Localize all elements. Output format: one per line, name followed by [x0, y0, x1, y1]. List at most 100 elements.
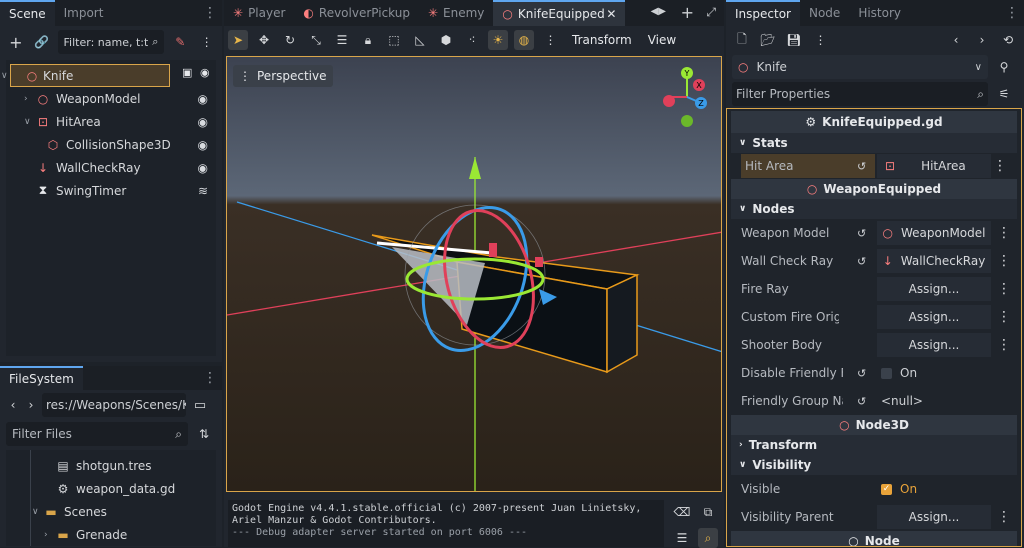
tab-inspector[interactable]: Inspector — [726, 0, 800, 26]
chevron-right-icon[interactable]: › — [44, 530, 56, 540]
prop-fire-ray[interactable]: Fire Ray Assign... ⋮ — [727, 275, 1021, 303]
tab-enemy[interactable]: ✳ Enemy — [419, 0, 493, 26]
nav-back-icon[interactable]: ‹ — [6, 395, 20, 415]
transform-menu[interactable]: Transform — [572, 33, 632, 47]
revert-icon[interactable]: ↺ — [857, 227, 873, 240]
node-category[interactable]: ○ Node — [731, 531, 1017, 546]
tab-node[interactable]: Node — [800, 0, 849, 26]
wall-check-ray-value[interactable]: ↓ WallCheckRay — [877, 249, 991, 273]
prop-menu-icon[interactable]: ⋮ — [997, 337, 1011, 353]
visibility-eye-icon[interactable]: ◉ — [198, 138, 208, 152]
viewport-menu-icon[interactable]: ⋮ — [540, 30, 560, 50]
visibility-eye-icon[interactable]: ◉ — [198, 115, 208, 129]
tab-knifeequipped[interactable]: ○ KnifeEquipped ✕ — [493, 0, 626, 26]
split-view-icon[interactable]: ▭ — [190, 395, 210, 415]
node-name-dropdown[interactable]: ○ Knife ∨ — [732, 55, 988, 79]
shooter-body-value[interactable]: Assign... — [877, 333, 991, 357]
friendly-fire-checkbox[interactable]: On — [881, 366, 917, 380]
revert-icon[interactable]: ↺ — [857, 255, 873, 268]
save-icon[interactable]: 💾︎ — [784, 30, 804, 50]
fire-ray-value[interactable]: Assign... — [877, 277, 991, 301]
prop-menu-icon[interactable]: ⋮ — [997, 225, 1011, 241]
nav-forward-icon[interactable]: › — [24, 395, 38, 415]
scene-menu-icon[interactable]: ⋮ — [196, 32, 216, 52]
node-info-icon[interactable]: ⚲ — [994, 57, 1014, 77]
weapon-model-value[interactable]: ○ WeaponModel — [877, 221, 991, 245]
rotate-tool-icon[interactable]: ↻ — [280, 30, 300, 50]
prop-friendly-group[interactable]: Friendly Group Nam ↺ <null> — [727, 387, 1021, 415]
tree-item-weaponmodel[interactable]: › ○ WeaponModel ◉ — [6, 87, 216, 110]
prop-menu-icon[interactable]: ⋮ — [997, 281, 1011, 297]
visibility-parent-value[interactable]: Assign... — [877, 505, 991, 529]
visibility-eye-icon[interactable]: ◉ — [198, 161, 208, 175]
prop-disable-friendly-fire[interactable]: Disable Friendly Fire ↺ On — [727, 359, 1021, 387]
chevron-down-icon[interactable]: ∨ — [24, 117, 36, 127]
chevron-right-icon[interactable]: › — [24, 94, 36, 104]
chevron-down-icon[interactable]: ∨ — [1, 71, 8, 81]
section-stats[interactable]: ∨ Stats — [731, 133, 1017, 153]
script-category[interactable]: ⚙ KnifeEquipped.gd — [731, 111, 1017, 133]
section-transform[interactable]: › Transform — [731, 435, 1017, 455]
tree-item-knife[interactable]: ∨ ○ Knife — [1, 64, 170, 87]
environment-icon[interactable]: ◍ — [514, 30, 534, 50]
add-tab-icon[interactable]: + — [681, 3, 694, 22]
scene-filter-input[interactable]: Filter: name, t:t ⌕ — [57, 30, 165, 54]
local-space-icon[interactable]: ⬢ — [436, 30, 456, 50]
signal-icon[interactable]: ≋ — [198, 184, 208, 198]
tree-item-swingtimer[interactable]: ⧗ SwingTimer ≋ — [6, 179, 216, 202]
section-visibility[interactable]: ∨ Visibility — [731, 455, 1017, 475]
custom-fire-origin-value[interactable]: Assign... — [877, 305, 991, 329]
link-icon[interactable]: 🔗 — [32, 32, 52, 52]
tab-player[interactable]: ✳ Player — [224, 0, 294, 26]
prop-menu-icon[interactable]: ⋮ — [997, 253, 1011, 269]
chevron-down-icon[interactable]: ∨ — [32, 507, 44, 517]
prop-wall-check-ray[interactable]: Wall Check Ray ↺ ↓ WallCheckRay ⋮ — [727, 247, 1021, 275]
resource-menu-icon[interactable]: ⋮ — [810, 30, 830, 50]
history-forward-icon[interactable]: › — [972, 30, 992, 50]
panel-menu-icon[interactable]: ⋮ — [1005, 5, 1019, 21]
axis-gizmo[interactable]: Y X Z — [659, 63, 715, 127]
prop-shooter-body[interactable]: Shooter Body Assign... ⋮ — [727, 331, 1021, 359]
revert-icon[interactable]: ↺ — [857, 160, 873, 173]
tab-scene[interactable]: Scene — [0, 0, 55, 26]
panel-menu-icon[interactable]: ⋮ — [203, 370, 217, 386]
object-history-icon[interactable]: ⟲ — [998, 30, 1018, 50]
tree-item-collisionshape3d[interactable]: ⬡ CollisionShape3D ◉ — [6, 133, 216, 156]
new-resource-icon[interactable]: 🗋 — [732, 30, 752, 50]
prop-weapon-model[interactable]: Weapon Model ↺ ○ WeaponModel ⋮ — [727, 219, 1021, 247]
file-item-weapon-data[interactable]: ⚙ weapon_data.gd — [6, 477, 216, 500]
group-icon[interactable]: ⬚ — [384, 30, 404, 50]
visible-checkbox[interactable]: ✓ On — [881, 482, 917, 496]
tree-item-hitarea[interactable]: ∨ ⊡ HitArea ◉ — [6, 110, 216, 133]
tab-scroll-icons[interactable]: ◀▶ — [651, 6, 666, 17]
perspective-button[interactable]: ⋮ Perspective — [233, 65, 333, 87]
friendly-group-value[interactable]: <null> — [881, 394, 923, 408]
scale-tool-icon[interactable]: ⤡ — [306, 30, 326, 50]
prop-visible[interactable]: Visible ✓ On — [727, 475, 1021, 503]
close-icon[interactable]: ✕ — [606, 7, 616, 21]
script-icon[interactable]: ✎ — [170, 32, 190, 52]
file-item-shotgun[interactable]: ▤ shotgun.tres — [6, 454, 216, 477]
filesystem-filter-input[interactable]: Filter Files ⌕ — [6, 422, 188, 446]
property-filter-input[interactable]: Filter Properties ⌕ — [732, 82, 988, 106]
node3d-category[interactable]: ○ Node3D — [731, 415, 1017, 435]
tab-filesystem[interactable]: FileSystem — [0, 366, 83, 390]
prop-menu-icon[interactable]: ⋮ — [997, 509, 1011, 525]
sun-icon[interactable]: ☀ — [488, 30, 508, 50]
filesystem-path-input[interactable]: res://Weapons/Scenes/Kn — [42, 393, 186, 417]
folder-item-scenes[interactable]: ∨ ▬ Scenes — [6, 500, 216, 523]
panel-menu-icon[interactable]: ⋮ — [203, 5, 217, 21]
list-tool-icon[interactable]: ☰ — [332, 30, 352, 50]
history-back-icon[interactable]: ‹ — [946, 30, 966, 50]
add-node-icon[interactable]: + — [6, 32, 26, 52]
open-folder-icon[interactable]: 📂︎ — [758, 30, 778, 50]
sort-icon[interactable]: ⇅ — [194, 424, 214, 444]
clear-output-icon[interactable]: ⌫ — [672, 502, 692, 522]
3d-viewport[interactable]: ⋮ Perspective Y X Z — [226, 56, 722, 492]
prop-menu-icon[interactable]: ⋮ — [997, 309, 1011, 325]
snap-icon[interactable]: ⁖ — [462, 30, 482, 50]
prop-hit-area[interactable]: Hit Area ↺ ⊡ HitArea ⋮ — [731, 153, 1017, 179]
weapon-category[interactable]: ○ WeaponEquipped — [731, 179, 1017, 199]
prop-menu-icon[interactable]: ⋮ — [993, 158, 1007, 174]
tab-history[interactable]: History — [849, 0, 910, 26]
